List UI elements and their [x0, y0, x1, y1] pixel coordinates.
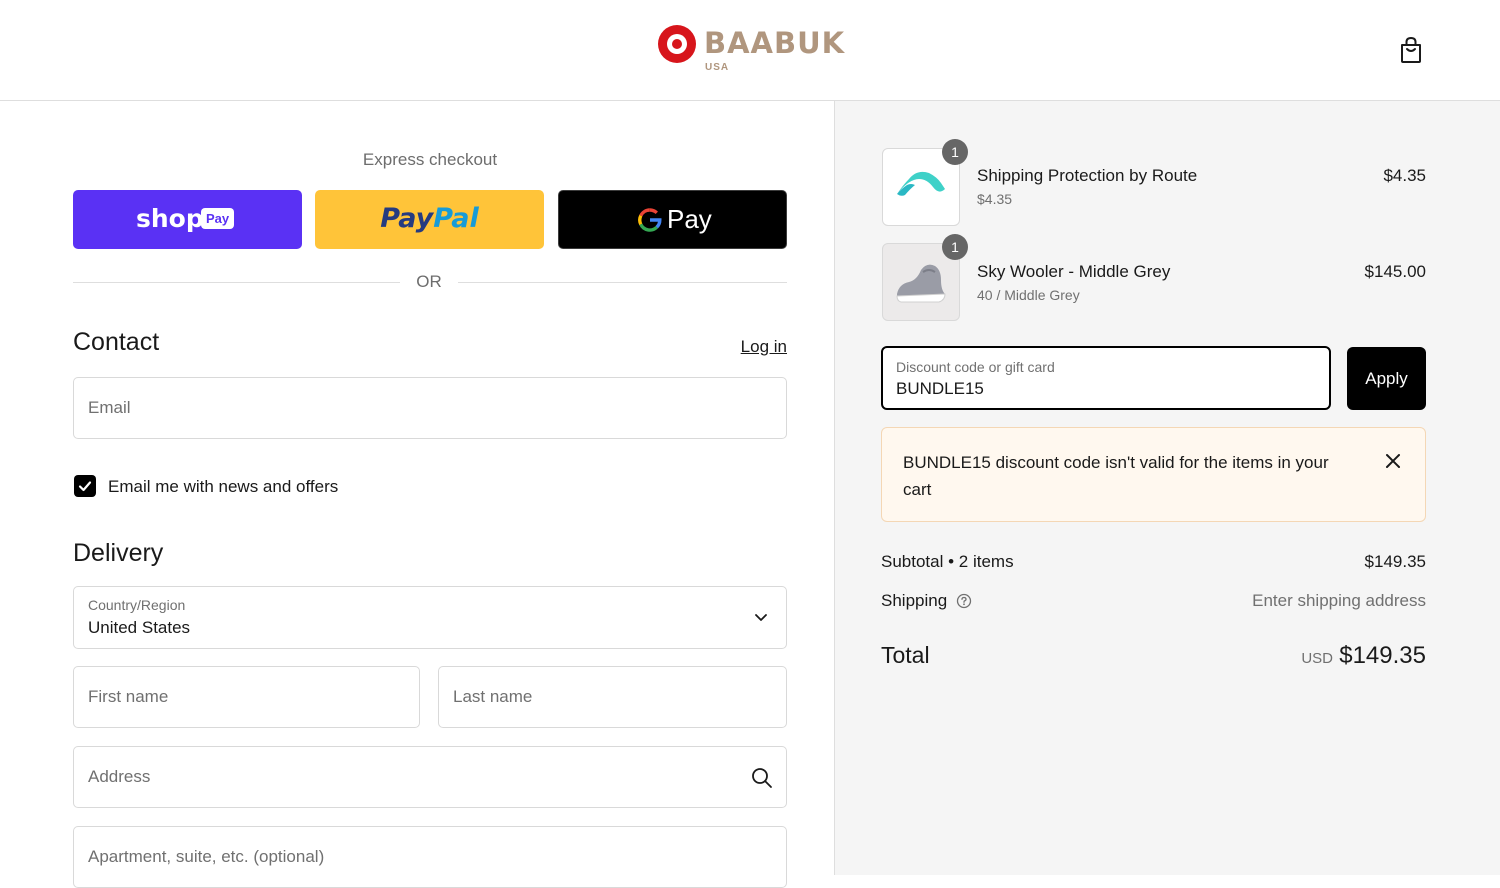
- item-variant: 40 / Middle Grey: [977, 287, 1080, 303]
- brand-name: BAABUK: [704, 26, 846, 60]
- item-quantity-badge: 1: [942, 234, 968, 260]
- logo-mark-icon: [658, 25, 696, 63]
- contact-heading: Contact: [73, 328, 160, 356]
- brand-logo[interactable]: BAABUK USA: [658, 24, 844, 74]
- item-variant: $4.35: [977, 191, 1013, 207]
- or-separator: OR: [416, 272, 442, 291]
- shop-pay-button[interactable]: shop Pay: [73, 190, 302, 249]
- first-name-field[interactable]: [73, 666, 420, 728]
- google-pay-label: Pay: [667, 204, 712, 234]
- help-circle-icon[interactable]: [956, 593, 972, 609]
- shipping-value: Enter shipping address: [1252, 591, 1426, 610]
- address-field[interactable]: [73, 746, 787, 808]
- item-name: Sky Wooler - Middle Grey: [977, 262, 1171, 281]
- email-field[interactable]: [73, 377, 787, 439]
- brand-region: USA: [705, 62, 730, 73]
- email-input[interactable]: [74, 378, 786, 438]
- discount-code-value[interactable]: BUNDLE15: [896, 379, 984, 399]
- country-label: Country/Region: [88, 597, 186, 613]
- discount-code-field[interactable]: Discount code or gift card BUNDLE15: [881, 346, 1331, 410]
- divider-right: [458, 282, 787, 283]
- total-value: $149.35: [1339, 642, 1426, 669]
- discount-error-message: BUNDLE15 discount code isn't valid for t…: [903, 453, 1329, 499]
- last-name-input[interactable]: [439, 667, 786, 727]
- cart-button[interactable]: [1396, 35, 1426, 65]
- discount-code-label: Discount code or gift card: [896, 359, 1055, 375]
- shop-pay-badge: Pay: [201, 208, 235, 229]
- shop-pay-logo: shop: [136, 204, 204, 233]
- subtotal-value: $149.35: [1364, 552, 1426, 571]
- total-label: Total: [881, 642, 930, 668]
- item-price: $4.35: [1383, 166, 1426, 185]
- shopping-bag-icon: [1401, 36, 1421, 63]
- address-input[interactable]: [74, 747, 786, 807]
- item-name: Shipping Protection by Route: [977, 166, 1198, 185]
- page-header: BAABUK USA: [0, 0, 1500, 101]
- item-quantity-badge: 1: [942, 139, 968, 165]
- apartment-input[interactable]: [74, 827, 786, 887]
- login-link[interactable]: Log in: [700, 337, 787, 357]
- divider-left: [73, 282, 400, 283]
- paypal-logo-part1: Pay: [380, 203, 434, 234]
- first-name-input[interactable]: [74, 667, 419, 727]
- paypal-button[interactable]: PayPal: [315, 190, 544, 249]
- last-name-field[interactable]: [438, 666, 787, 728]
- country-select[interactable]: Country/Region United States: [73, 586, 787, 649]
- express-checkout-label: Express checkout: [362, 150, 498, 169]
- close-icon[interactable]: [1382, 450, 1404, 472]
- paypal-logo: PayPal: [315, 203, 544, 234]
- google-pay-button[interactable]: Pay: [558, 190, 787, 249]
- google-g-icon: [638, 208, 662, 232]
- item-price: $145.00: [1364, 262, 1426, 281]
- discount-error-banner: BUNDLE15 discount code isn't valid for t…: [881, 427, 1426, 522]
- apartment-field[interactable]: [73, 826, 787, 888]
- country-value: United States: [88, 618, 191, 637]
- chevron-down-icon: [755, 614, 767, 621]
- search-icon[interactable]: [751, 767, 773, 789]
- checkmark-icon: [78, 481, 92, 492]
- delivery-heading: Delivery: [73, 539, 164, 567]
- newsletter-label: Email me with news and offers: [108, 477, 339, 496]
- total-currency: USD: [1301, 650, 1333, 667]
- newsletter-checkbox[interactable]: [74, 475, 96, 497]
- shipping-label: Shipping: [881, 591, 948, 610]
- apply-discount-button[interactable]: Apply: [1347, 347, 1426, 410]
- paypal-logo-part2: Pal: [433, 203, 479, 234]
- subtotal-label: Subtotal • 2 items: [881, 552, 1014, 571]
